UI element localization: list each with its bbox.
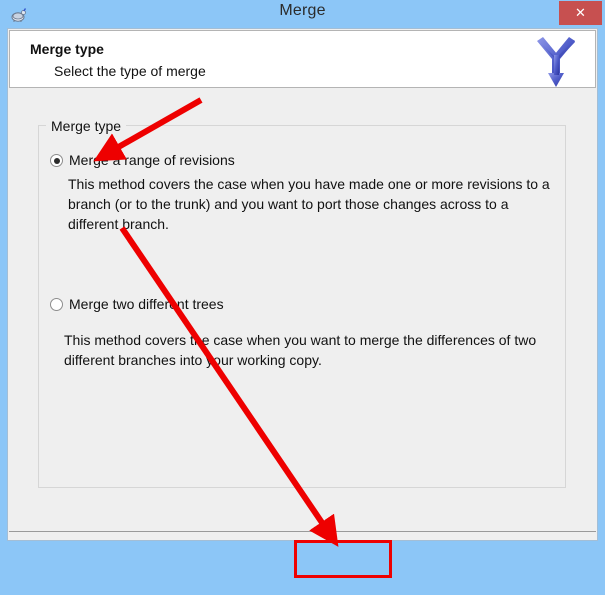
radio-label: Merge two different trees xyxy=(69,296,224,312)
radio-indicator[interactable] xyxy=(50,298,63,311)
merge-arrow-icon xyxy=(529,35,583,87)
merge-range-description: This method covers the case when you hav… xyxy=(68,176,550,232)
merge-dialog-window: Merge ✕ Merge type Select the type of me… xyxy=(0,0,605,595)
wizard-header: Merge type Select the type of merge xyxy=(9,30,596,88)
merge-type-groupbox-label: Merge type xyxy=(46,118,127,134)
next-button-highlight xyxy=(294,540,392,578)
radio-indicator[interactable] xyxy=(50,154,63,167)
header-title: Merge type xyxy=(30,41,104,57)
title-bar: Merge ✕ xyxy=(0,0,605,28)
radio-merge-two-different-trees[interactable]: Merge two different trees xyxy=(50,296,224,312)
radio-merge-range-of-revisions[interactable]: Merge a range of revisions xyxy=(50,152,235,168)
merge-trees-description: This method covers the case when you wan… xyxy=(64,332,537,368)
content-footer-strip xyxy=(9,532,596,540)
window-title: Merge xyxy=(279,2,326,19)
header-subtitle: Select the type of merge xyxy=(54,63,206,79)
radio-label: Merge a range of revisions xyxy=(69,152,235,168)
close-button[interactable]: ✕ xyxy=(559,1,602,25)
